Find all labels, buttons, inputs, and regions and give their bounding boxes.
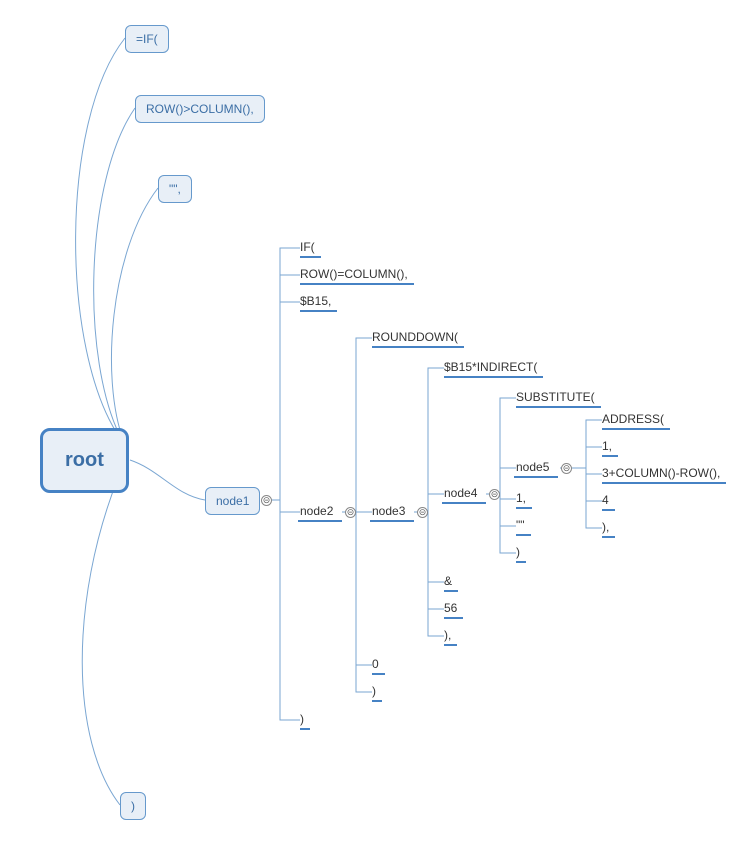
node3-label[interactable]: node3: [372, 504, 405, 518]
root-label: root: [65, 449, 104, 471]
leaf-b15: $B15,: [300, 294, 331, 310]
node-if[interactable]: =IF(: [125, 25, 169, 53]
toggle-node5[interactable]: ⊝: [561, 463, 572, 474]
leaf-n3-close: ),: [444, 628, 451, 644]
node1-label: node1: [216, 494, 249, 508]
root-node[interactable]: root: [40, 428, 129, 493]
leaf-substitute: SUBSTITUTE(: [516, 390, 595, 406]
toggle-node3[interactable]: ⊝: [417, 507, 428, 518]
leaf-n2-close: ): [372, 684, 376, 700]
node2-label[interactable]: node2: [300, 504, 333, 518]
leaf-56: 56: [444, 601, 457, 617]
node2-underline: [298, 520, 342, 522]
leaf-n1-close: ): [300, 712, 304, 728]
node-empty-string[interactable]: "",: [158, 175, 192, 203]
leaf-n5-one: 1,: [602, 439, 612, 455]
node-close-paren[interactable]: ): [120, 792, 146, 820]
node-row-gt-col[interactable]: ROW()>COLUMN(),: [135, 95, 265, 123]
node5-label[interactable]: node5: [516, 460, 549, 474]
toggle-node4[interactable]: ⊝: [489, 489, 500, 500]
leaf-n5-close: ),: [602, 520, 609, 536]
leaf-n4-one: 1,: [516, 491, 526, 507]
leaf-n4-close: ): [516, 545, 520, 561]
node3-underline: [370, 520, 414, 522]
node1[interactable]: node1: [205, 487, 260, 515]
leaf-row-eq-col: ROW()=COLUMN(),: [300, 267, 408, 283]
leaf-amp: &: [444, 574, 452, 590]
toggle-node1[interactable]: ⊝: [261, 495, 272, 506]
leaf-zero: 0: [372, 657, 379, 673]
leaf-b15-indirect: $B15*INDIRECT(: [444, 360, 537, 376]
node4-underline: [442, 502, 486, 504]
leaf-rounddown: ROUNDDOWN(: [372, 330, 458, 346]
leaf-if: IF(: [300, 240, 315, 256]
node-empty-string-label: "",: [169, 182, 181, 196]
node-row-gt-col-label: ROW()>COLUMN(),: [146, 102, 254, 116]
toggle-node2[interactable]: ⊝: [345, 507, 356, 518]
leaf-address: ADDRESS(: [602, 412, 664, 428]
node4-label[interactable]: node4: [444, 486, 477, 500]
leaf-n5-four: 4: [602, 493, 609, 509]
node-if-label: =IF(: [136, 32, 158, 46]
node5-underline: [514, 476, 558, 478]
node-close-paren-label: ): [131, 799, 135, 813]
leaf-n4-empty: "": [516, 518, 525, 534]
leaf-n5-expr: 3+COLUMN()-ROW(),: [602, 466, 720, 482]
